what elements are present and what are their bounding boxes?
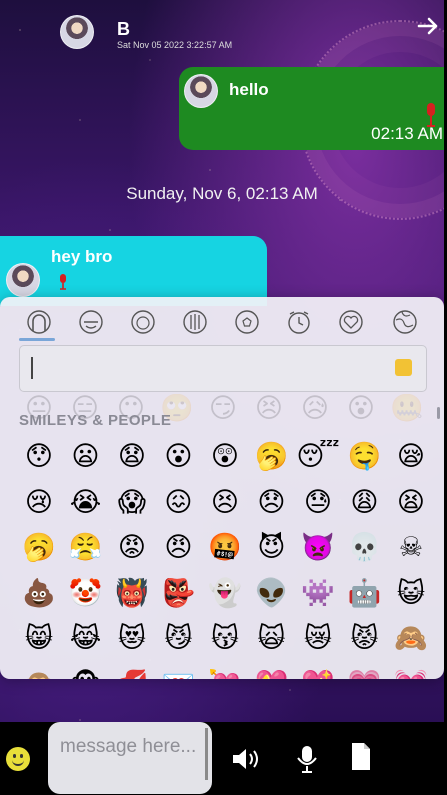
- emoji-option[interactable]: 👻: [202, 571, 248, 617]
- message-text: hello: [229, 80, 269, 99]
- emoji-option[interactable]: 😓: [295, 480, 341, 526]
- emoji-option[interactable]: 🙈: [388, 616, 434, 662]
- emoji-option[interactable]: 😼: [156, 616, 202, 662]
- emoji-option[interactable]: 😮: [156, 434, 202, 480]
- emoji-option[interactable]: 🤖: [342, 571, 388, 617]
- emoji-option[interactable]: 👿: [295, 525, 341, 571]
- text-cursor: [31, 357, 33, 379]
- emoji-option[interactable]: 😽: [202, 616, 248, 662]
- emoji-option[interactable]: 😿: [295, 616, 341, 662]
- emoji-option[interactable]: 😢: [16, 480, 62, 526]
- recent-icon[interactable]: [26, 309, 52, 335]
- voice-note-icon[interactable]: [58, 274, 68, 290]
- emoji-option[interactable]: 😱: [109, 480, 155, 526]
- emoji-option[interactable]: 💌: [156, 662, 202, 680]
- emoji-option[interactable]: 😾: [342, 616, 388, 662]
- emoji-option[interactable]: 💀: [342, 525, 388, 571]
- contact-name: B: [117, 19, 130, 39]
- emoji-option[interactable]: 💓: [388, 662, 434, 680]
- emoji-option[interactable]: 😯: [16, 434, 62, 480]
- travel-icon[interactable]: [286, 309, 312, 335]
- date-separator: Sunday, Nov 6, 02:13 AM: [126, 184, 318, 203]
- emoji-option[interactable]: 😹: [63, 616, 109, 662]
- emoji-option[interactable]: 🐵: [63, 662, 109, 680]
- chat-header: B Sat Nov 05 2022 3:22:57 AM: [0, 0, 444, 58]
- contact-avatar[interactable]: [60, 15, 94, 49]
- emoji-option[interactable]: 🤬: [202, 525, 248, 571]
- emoji-option[interactable]: 👾: [295, 571, 341, 617]
- emoji-option[interactable]: 😖: [156, 480, 202, 526]
- emoji-option[interactable]: 😞: [249, 480, 295, 526]
- emoji-option[interactable]: 😧: [109, 434, 155, 480]
- emoji-option[interactable]: 😦: [63, 434, 109, 480]
- emoji-category-title: SMILEYS & PEOPLE: [19, 412, 172, 429]
- emoji-option[interactable]: 😩: [342, 480, 388, 526]
- emoji-option[interactable]: 😲: [202, 434, 248, 480]
- emoji-option[interactable]: 💋: [109, 662, 155, 680]
- emoji-category-tabs: [18, 309, 428, 339]
- emoji-option[interactable]: 😣: [202, 480, 248, 526]
- outgoing-message[interactable]: hello 02:13 AM: [179, 67, 444, 150]
- emoji-grid: 😯 😦 😧 😮 😲 🥱 😴 🤤 😪 😢 😭 😱 😖 😣 😞 😓 😩 😫 🥱 😤 😡 😠 🤬 😈 👿 💀 ☠ 💩 🤡 👹 👺 👻 👽 👾 🤖 😺 😸 😹 😻 😼…: [16, 434, 436, 679]
- speaker-icon[interactable]: [230, 744, 262, 774]
- emoji-option[interactable]: 💝: [249, 662, 295, 680]
- emoji-option[interactable]: 😤: [63, 525, 109, 571]
- sender-avatar: [6, 263, 40, 297]
- emoji-option[interactable]: 🤡: [63, 571, 109, 617]
- symbols-icon[interactable]: [392, 309, 418, 335]
- emoji-option[interactable]: 💩: [16, 571, 62, 617]
- emoji-option[interactable]: 😪: [388, 434, 434, 480]
- animals-icon[interactable]: [130, 309, 156, 335]
- incoming-message[interactable]: hey bro: [0, 236, 267, 306]
- input-resize-handle[interactable]: [205, 728, 208, 780]
- last-seen-time: Sat Nov 05 2022 3:22:57 AM: [117, 40, 233, 50]
- message-input[interactable]: [48, 722, 212, 794]
- emoji-option[interactable]: 😭: [63, 480, 109, 526]
- emoji-option[interactable]: 💘: [202, 662, 248, 680]
- emoji-option[interactable]: 👺: [156, 571, 202, 617]
- skin-tone-selector[interactable]: [395, 359, 412, 376]
- emoji-option[interactable]: 🥱: [16, 525, 62, 571]
- smileys-icon[interactable]: [78, 309, 104, 335]
- emoji-option[interactable]: 😻: [109, 616, 155, 662]
- emoji-option[interactable]: 😴: [295, 434, 341, 480]
- emoji-option[interactable]: 😺: [388, 571, 434, 617]
- emoji-option[interactable]: 👹: [109, 571, 155, 617]
- emoji-option[interactable]: 🤤: [342, 434, 388, 480]
- objects-icon[interactable]: [338, 309, 364, 335]
- message-time: 02:13 AM: [371, 124, 443, 143]
- emoji-option[interactable]: 😠: [156, 525, 202, 571]
- arrow-right-icon[interactable]: [416, 14, 440, 38]
- emoji-option[interactable]: 😡: [109, 525, 155, 571]
- microphone-icon[interactable]: [291, 744, 323, 774]
- chat-area: B Sat Nov 05 2022 3:22:57 AM hello 02:13…: [0, 0, 444, 722]
- emoji-option[interactable]: 👽: [249, 571, 295, 617]
- composer-bar: [0, 722, 447, 795]
- emoji-option[interactable]: 😫: [388, 480, 434, 526]
- emoji-option[interactable]: 💗: [342, 662, 388, 680]
- activity-icon[interactable]: [234, 309, 260, 335]
- smiley-icon[interactable]: [6, 747, 30, 771]
- emoji-search-input[interactable]: [19, 345, 427, 392]
- emoji-option[interactable]: 😸: [16, 616, 62, 662]
- active-tab-indicator: [19, 338, 55, 341]
- emoji-option[interactable]: 🙀: [249, 616, 295, 662]
- emoji-option[interactable]: 💖: [295, 662, 341, 680]
- message-text: hey bro: [51, 247, 113, 266]
- emoji-option[interactable]: ☠: [388, 525, 434, 571]
- emoji-scrollbar[interactable]: [437, 407, 440, 419]
- emoji-picker: 😐 😑 😶 🙄 😏 😣 😥 😮 🤐 SMILEYS & PEOPLE 😯 😦 😧 😮 😲…: [0, 297, 444, 679]
- food-icon[interactable]: [182, 309, 208, 335]
- emoji-option[interactable]: 🙉: [16, 662, 62, 680]
- emoji-option[interactable]: 😈: [249, 525, 295, 571]
- file-icon[interactable]: [345, 742, 377, 772]
- emoji-option[interactable]: 🥱: [249, 434, 295, 480]
- sender-avatar: [184, 74, 218, 108]
